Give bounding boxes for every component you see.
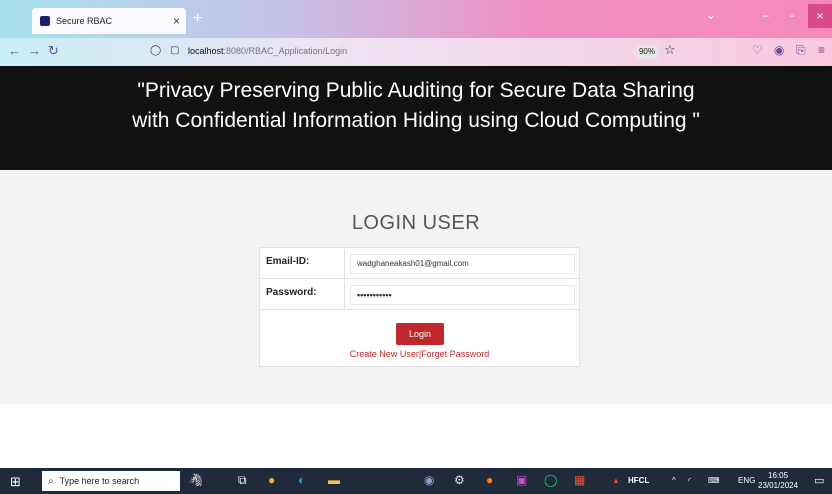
notification-icon[interactable]: ▭ [814,474,824,487]
divider [344,248,345,279]
settings-gear-icon[interactable]: ⚙ [454,473,465,487]
url-path: :8080/RBAC_Application/Login [223,46,348,56]
window-close-icon[interactable]: × [808,4,832,28]
web-page: "Privacy Preserving Public Auditing for … [0,66,832,468]
task-view-icon[interactable]: ⧉ [238,473,247,488]
clock-time: 16:05 [768,471,789,480]
forget-password-link[interactable]: Forget Password [421,349,489,359]
keyboard-icon[interactable]: ⌨ [708,476,720,485]
file-explorer-icon[interactable]: ▬ [328,473,340,487]
page-icon: ▢ [170,45,180,56]
reload-icon[interactable]: ↻ [48,43,59,59]
taskbar-clock[interactable]: 16:05 23/01/2024 [758,471,798,491]
app-icon[interactable]: ▣ [516,473,527,487]
address-bar[interactable]: localhost:8080/RBAC_Application/Login [188,46,347,56]
email-field[interactable]: wadghaneakash01@gmail.com [350,254,575,274]
new-tab-button[interactable]: + [193,10,202,28]
zoom-level-badge[interactable]: 90% [636,45,658,59]
firefox-icon[interactable]: ● [486,473,493,487]
tray-chevron-icon[interactable]: ^ [672,476,676,485]
email-label: Email-ID: [266,256,310,267]
edge-icon[interactable]: ◐ [298,473,305,487]
wifi-icon[interactable]: ◜ [688,476,691,485]
minimize-icon[interactable]: – [762,8,769,22]
login-heading: LOGIN USER [351,212,481,234]
page-title-line-1: "Privacy Preserving Public Auditing for … [137,79,695,102]
extensions-icon[interactable]: ⎘ [796,43,806,58]
login-form: Email-ID: wadghaneakash01@gmail.com Pass… [259,247,580,367]
tab-title: Secure RBAC [56,16,113,26]
divider [344,279,345,310]
maximize-icon[interactable]: ▫ [790,8,794,22]
password-label: Password: [266,287,317,298]
search-placeholder: Type here to search [59,476,140,486]
search-icon: ⌕ [48,475,54,487]
chrome-icon[interactable]: ● [268,473,275,487]
tab-list-chevron-icon[interactable]: ⌄ [706,8,716,22]
page-title-line-2: with Confidential Information Hiding usi… [132,109,700,132]
windows-start-icon[interactable]: ⊞ [10,474,21,490]
clock-date: 23/01/2024 [758,481,799,490]
password-field[interactable]: ••••••••••• [350,285,575,305]
menu-icon[interactable]: ≡ [818,43,825,57]
form-links: Create New User|Forget Password [260,349,579,359]
hfcl-label[interactable]: HFCL [628,476,649,485]
whatsapp-icon[interactable]: ◯ [544,473,557,487]
page-title: "Privacy Preserving Public Auditing for … [60,76,772,136]
browser-nav-bar: ← → ↻ ◯ ▢ localhost:8080/RBAC_Applicatio… [0,38,832,66]
browser-tab-bar: Secure RBAC × + ⌄ – ▫ × [0,0,832,38]
os-taskbar: ⊞ ⌕ Type here to search 🦓 ⧉ ● ◐ ▬ ◉ ⚙ ● … [0,468,832,494]
url-host: localhost [188,46,224,56]
zebra-widget-icon[interactable]: 🦓 [188,473,203,487]
hfcl-icon: ▲ [612,476,620,485]
tab-close-icon[interactable]: × [173,14,180,28]
eclipse-icon[interactable]: ◉ [424,473,434,487]
powerpoint-icon[interactable]: ▦ [574,473,585,487]
bookmark-star-icon[interactable]: ☆ [664,42,676,58]
login-button[interactable]: Login [396,323,444,345]
browser-tab[interactable]: Secure RBAC × [32,8,186,34]
taskbar-search[interactable]: ⌕ Type here to search [42,471,180,491]
password-row: Password: ••••••••••• [260,279,579,310]
header-banner: "Privacy Preserving Public Auditing for … [0,66,832,170]
create-new-user-link[interactable]: Create New User [350,349,419,359]
language-indicator[interactable]: ENG [738,476,755,485]
account-icon[interactable]: ◉ [774,43,784,57]
shield-icon[interactable]: ◯ [150,45,161,56]
forward-icon[interactable]: → [28,43,41,58]
pocket-icon[interactable]: ♡ [752,43,763,57]
email-row: Email-ID: wadghaneakash01@gmail.com [260,248,579,279]
site-favicon-icon [40,16,50,26]
footer-area [0,404,832,468]
back-icon[interactable]: ← [8,43,21,58]
